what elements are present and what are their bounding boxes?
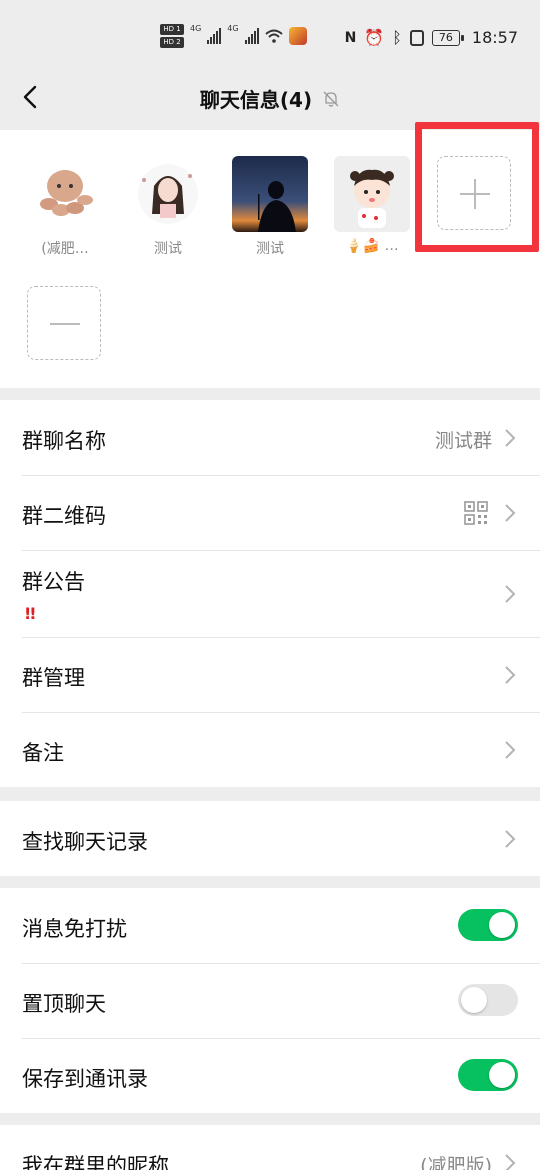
mute-row: 消息免打扰 [0, 888, 540, 963]
member-name: 测试 [256, 241, 284, 257]
group-qr-label: 群二维码 [22, 504, 106, 528]
group-management-row[interactable]: 群管理 [0, 637, 540, 712]
remove-member-icon[interactable] [27, 286, 101, 360]
announcement-badge: !! [24, 604, 37, 623]
search-history-label: 查找聊天记录 [22, 830, 148, 854]
chevron-right-icon [505, 741, 516, 759]
clock: 18:57 [471, 28, 518, 47]
my-nickname-row[interactable]: 我在群里的昵称 (减肥版) [0, 1125, 540, 1170]
signal-icon [207, 28, 222, 44]
hd-badges: HD 1 HD 2 [160, 24, 184, 48]
octopus-avatar-image [27, 156, 103, 232]
search-section: 查找聊天记录 [0, 801, 540, 876]
chevron-right-icon [505, 830, 516, 848]
chevron-right-icon [505, 585, 516, 603]
save-contacts-label: 保存到通讯录 [22, 1067, 148, 1091]
nfc-icon: N [344, 29, 357, 46]
member-name: (减肥… [41, 241, 89, 257]
girl-sketch-avatar-image [130, 156, 206, 232]
muted-bell-icon [323, 91, 339, 107]
vibrate-icon [409, 29, 424, 46]
page-title: 聊天信息(4) [199, 88, 313, 112]
group-qr-row[interactable]: 群二维码 [0, 475, 540, 550]
avatar[interactable] [334, 156, 410, 232]
search-history-row[interactable]: 查找聊天记录 [0, 801, 540, 876]
member-name: 🍦🍰 … [345, 238, 399, 254]
group-name-label: 群聊名称 [22, 429, 106, 453]
announcement-label: 群公告 [22, 570, 85, 594]
highlight-box [415, 122, 539, 252]
pin-chat-label: 置顶聊天 [22, 992, 106, 1016]
nav-bar: 聊天信息(4) [0, 64, 540, 130]
remark-row[interactable]: 备注 [0, 712, 540, 787]
member-item[interactable]: 🍦🍰 … [334, 156, 410, 254]
mute-label: 消息免打扰 [22, 917, 127, 941]
group-name-value: 测试群 [434, 430, 492, 452]
chevron-right-icon [505, 429, 516, 447]
network-type-1: 4G [190, 24, 202, 33]
battery-icon: 76 [431, 29, 464, 46]
alarm-icon: ⏰ [364, 28, 385, 47]
nickname-section: 我在群里的昵称 (减肥版) [0, 1125, 540, 1170]
remove-member-button[interactable] [27, 286, 103, 360]
bluetooth-icon: ᛒ [392, 28, 402, 47]
pin-chat-row: 置顶聊天 [0, 963, 540, 1038]
mute-toggle[interactable] [458, 909, 518, 941]
my-nickname-value: (减肥版) [420, 1155, 492, 1170]
save-contacts-toggle[interactable] [458, 1059, 518, 1091]
pin-chat-toggle[interactable] [458, 984, 518, 1016]
app-notification-icon [288, 27, 307, 45]
battery-level: 76 [431, 29, 460, 46]
hd2-badge: HD 2 [160, 37, 184, 48]
wifi-icon [264, 29, 283, 43]
announcement-row[interactable]: 群公告 !! [0, 550, 540, 637]
chevron-right-icon [505, 666, 516, 684]
member-name: 测试 [154, 241, 182, 257]
member-item[interactable]: (减肥… [27, 156, 103, 258]
hd1-badge: HD 1 [160, 24, 184, 35]
chevron-right-icon [505, 504, 516, 522]
group-name-row[interactable]: 群聊名称 测试群 [0, 400, 540, 475]
chevron-right-icon [505, 1154, 516, 1170]
group-settings-section: 群聊名称 测试群 群二维码 群公告 !! 群管理 备注 [0, 400, 540, 787]
member-item[interactable]: 测试 [232, 156, 308, 258]
cartoon-girl-avatar-image [334, 156, 410, 232]
avatar[interactable] [27, 156, 103, 232]
remark-label: 备注 [22, 741, 64, 765]
member-item[interactable]: 测试 [130, 156, 206, 258]
toggles-section: 消息免打扰 置顶聊天 保存到通讯录 [0, 888, 540, 1113]
signal-icon [244, 28, 259, 44]
group-management-label: 群管理 [22, 666, 85, 690]
qr-code-icon [464, 501, 488, 525]
save-contacts-row: 保存到通讯录 [0, 1038, 540, 1113]
network-type-2: 4G [227, 24, 239, 33]
avatar[interactable] [130, 156, 206, 232]
avatar[interactable] [232, 156, 308, 232]
my-nickname-label: 我在群里的昵称 [22, 1154, 169, 1170]
sunset-silhouette-avatar-image [232, 156, 308, 232]
